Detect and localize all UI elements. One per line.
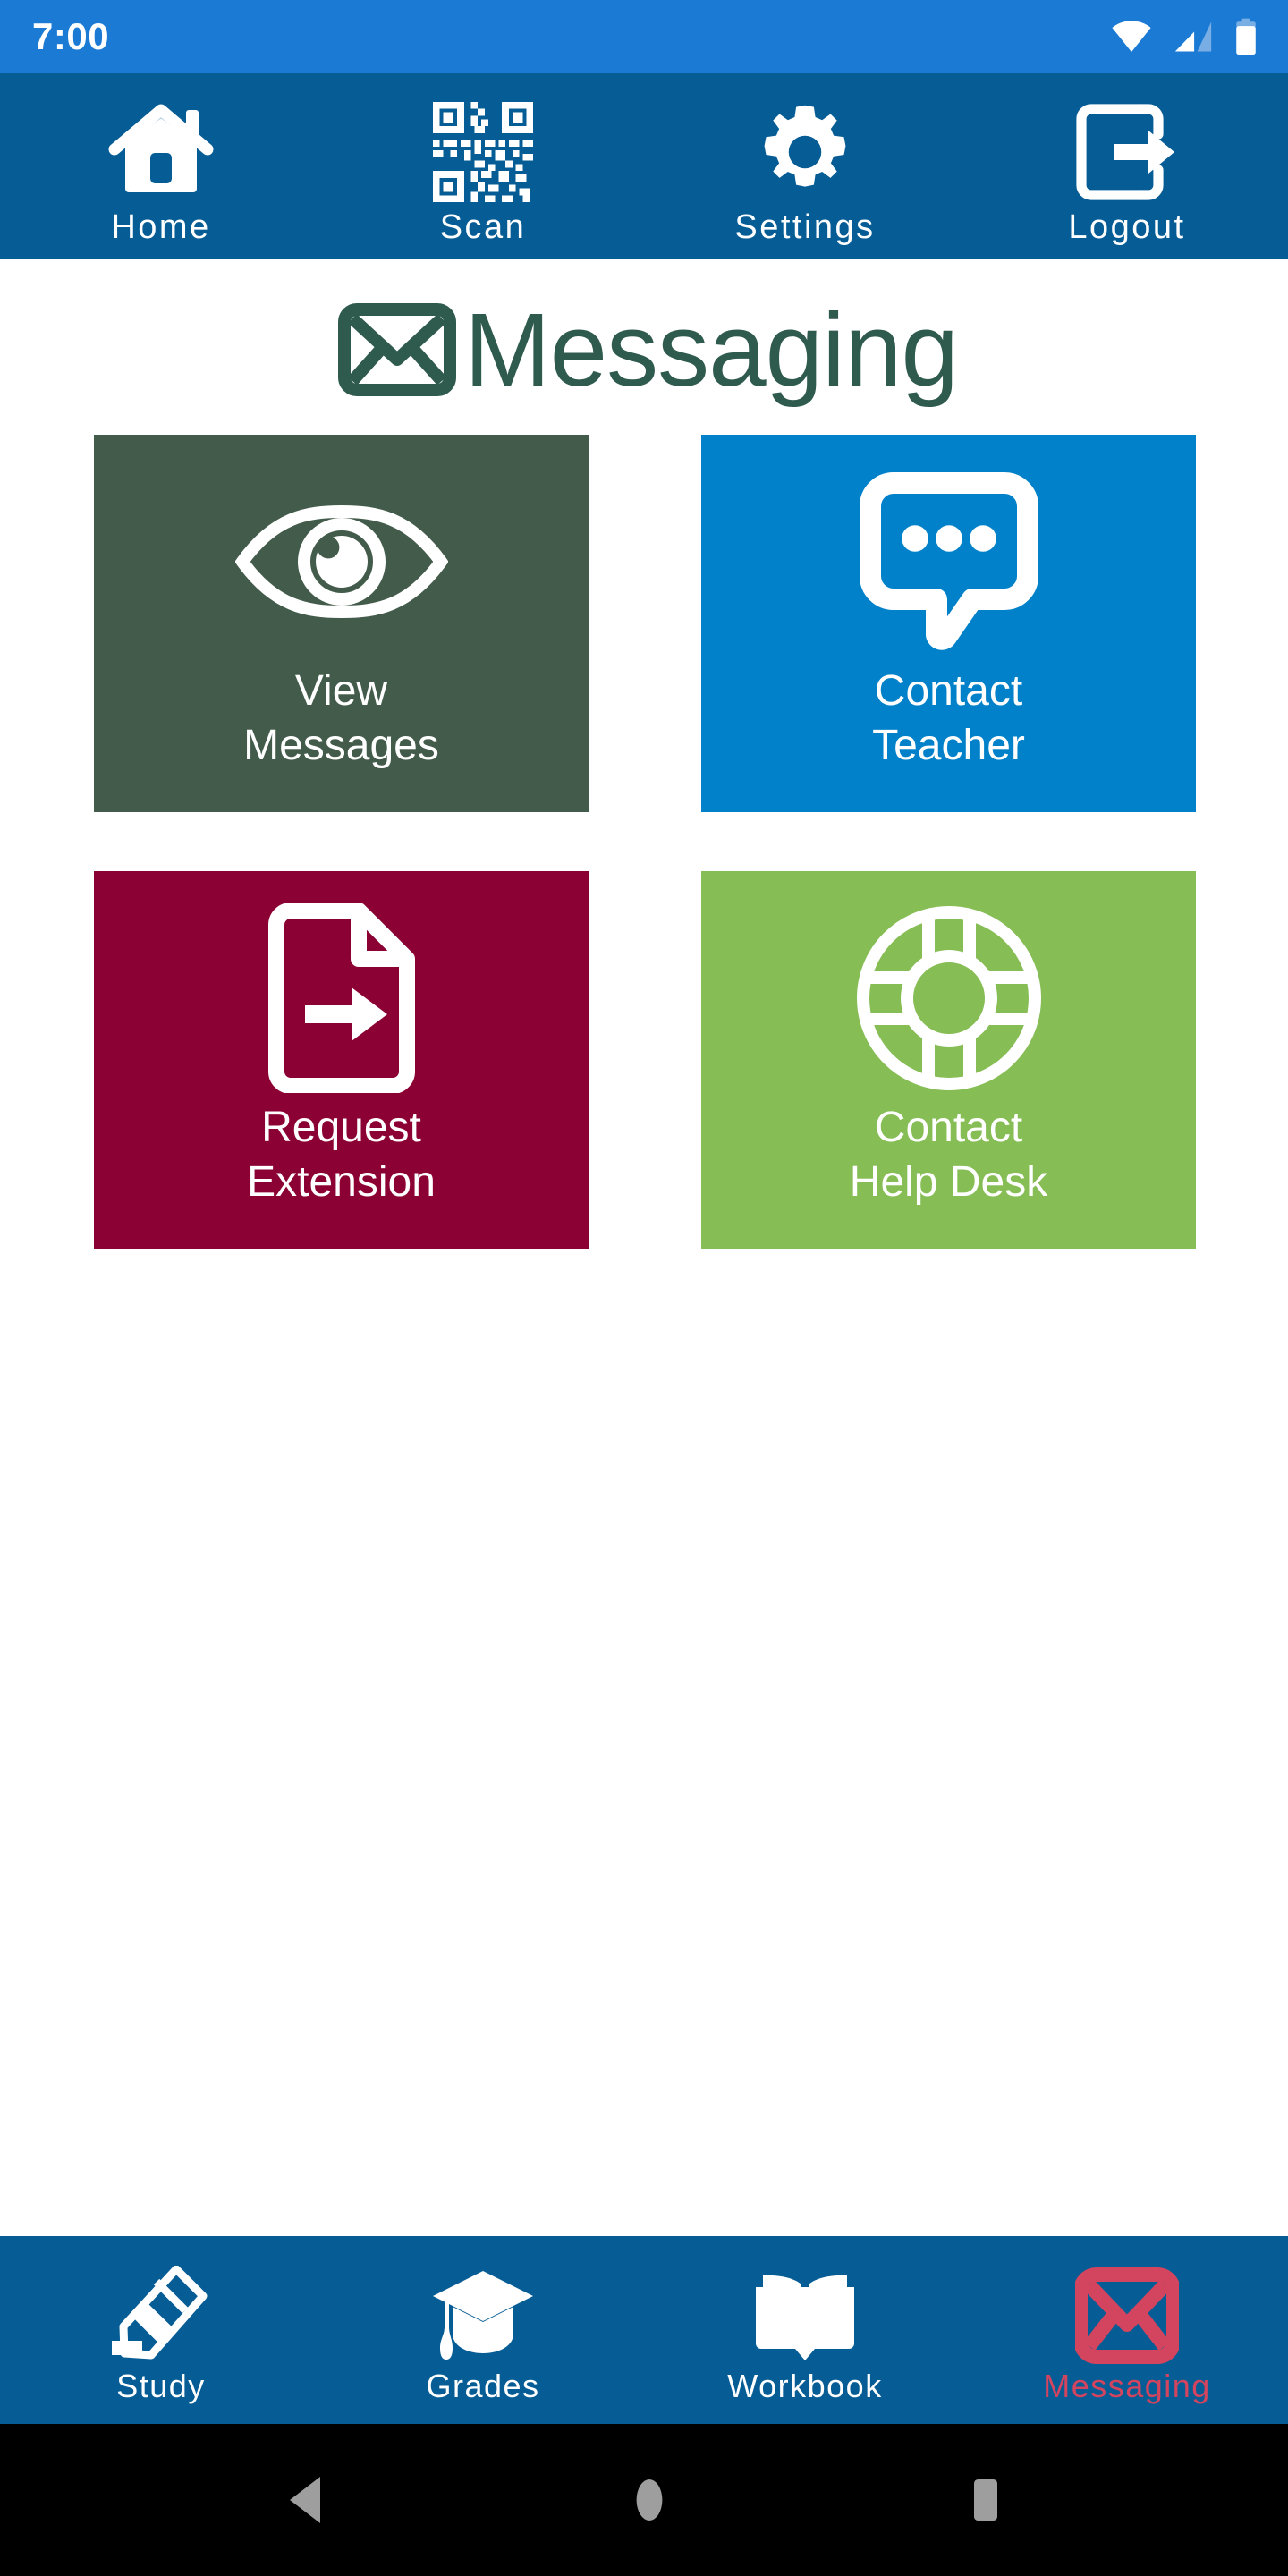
document-arrow-icon [266, 902, 418, 1095]
envelope-icon [330, 283, 464, 417]
botnav-item-messaging[interactable]: Messaging [966, 2236, 1288, 2424]
topnav-label-settings: Settings [734, 208, 876, 246]
content-spacer [0, 1249, 1288, 2236]
topnav-item-settings[interactable]: Settings [644, 73, 966, 259]
battery-icon [1234, 18, 1258, 55]
topnav-item-logout[interactable]: Logout [966, 73, 1288, 259]
botnav-label-study: Study [116, 2368, 206, 2404]
status-icon-tray [1111, 18, 1258, 55]
page-title-text: Messaging [464, 292, 959, 408]
page-title: Messaging [0, 259, 1288, 426]
home-icon [102, 97, 220, 207]
botnav-label-grades: Grades [426, 2368, 540, 2404]
app-screen: 7:00 Home Scan Settings Logout Messaging… [0, 0, 1288, 2576]
botnav-item-workbook[interactable]: Workbook [644, 2236, 966, 2424]
back-button[interactable] [284, 2475, 331, 2525]
topnav-item-scan[interactable]: Scan [322, 73, 644, 259]
botnav-label-messaging: Messaging [1043, 2368, 1211, 2404]
botnav-item-grades[interactable]: Grades [322, 2236, 644, 2424]
tile-label-contact-teacher: Contact Teacher [872, 667, 1025, 770]
home-button[interactable] [631, 2475, 668, 2525]
gear-icon [746, 97, 864, 207]
open-book-icon [752, 2263, 858, 2368]
tile-request-extension[interactable]: Request Extension [94, 871, 589, 1249]
wifi-icon [1111, 21, 1152, 53]
lifebuoy-icon [852, 902, 1046, 1095]
graduation-cap-icon [429, 2263, 537, 2368]
tile-label-view-messages: View Messages [243, 667, 439, 770]
tile-view-messages[interactable]: View Messages [94, 435, 589, 812]
status-bar: 7:00 [0, 0, 1288, 73]
top-navigation-bar: Home Scan Settings Logout [0, 73, 1288, 259]
android-system-navigation [0, 2424, 1288, 2576]
topnav-label-scan: Scan [439, 208, 527, 246]
tile-label-request-extension: Request Extension [247, 1104, 436, 1207]
envelope-icon [1075, 2263, 1179, 2368]
topnav-label-home: Home [111, 208, 211, 246]
qr-code-icon [424, 97, 542, 207]
cellular-signal-icon [1174, 21, 1213, 53]
topnav-item-home[interactable]: Home [0, 73, 322, 259]
tile-contact-teacher[interactable]: Contact Teacher [701, 435, 1196, 812]
status-clock: 7:00 [32, 15, 110, 57]
pencil-icon [112, 2263, 210, 2368]
bottom-navigation-bar: Study Grades Workbook Messaging [0, 2236, 1288, 2424]
logout-icon [1068, 97, 1186, 207]
recents-button[interactable] [968, 2475, 1004, 2525]
tile-contact-help-desk[interactable]: Contact Help Desk [701, 871, 1196, 1249]
botnav-item-study[interactable]: Study [0, 2236, 322, 2424]
topnav-label-logout: Logout [1068, 208, 1186, 246]
eye-icon [234, 465, 448, 658]
speech-bubble-icon [859, 465, 1038, 658]
action-tile-grid: View Messages Contact Teacher Request Ex… [0, 426, 1288, 1249]
tile-label-contact-help-desk: Contact Help Desk [849, 1104, 1048, 1207]
botnav-label-workbook: Workbook [727, 2368, 883, 2404]
